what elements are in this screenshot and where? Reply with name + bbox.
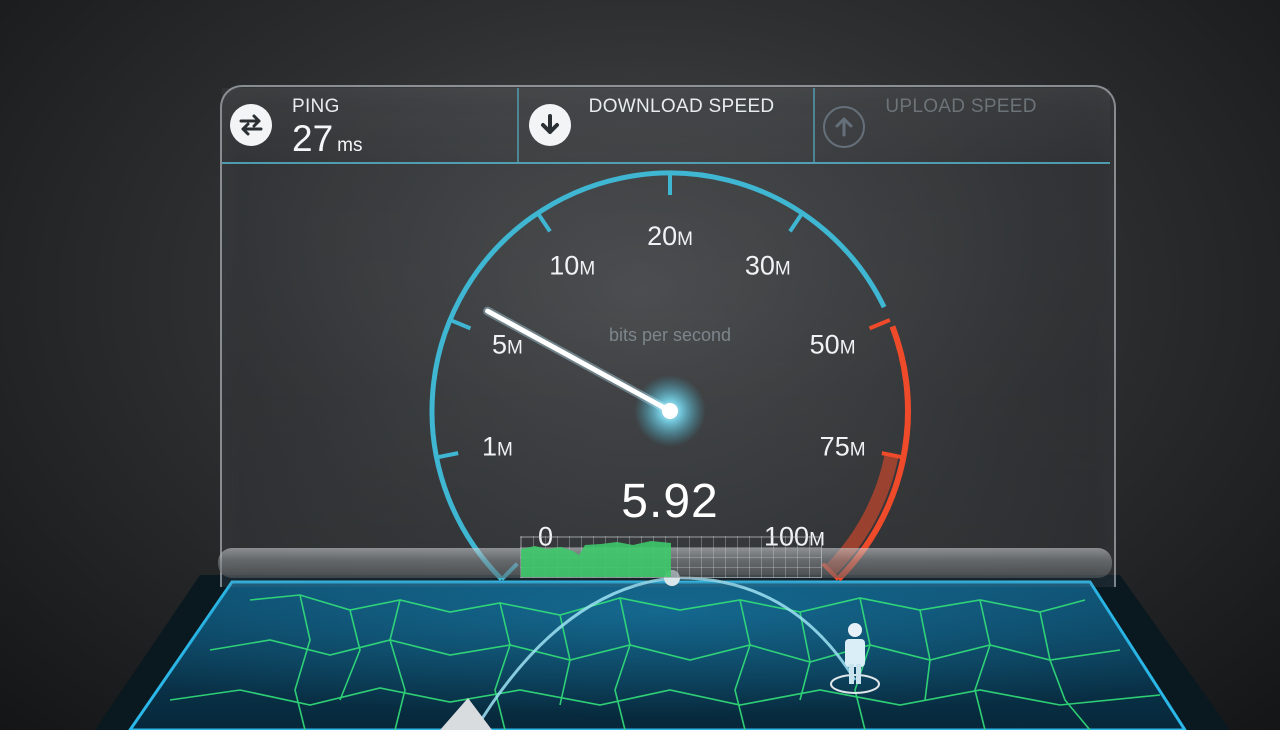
graph-plot xyxy=(521,541,671,577)
speed-readout: 5.92 xyxy=(621,475,719,528)
gauge-tick-label: 50M xyxy=(810,330,856,360)
gauge-tick xyxy=(449,318,472,331)
gauge-tick-label: 1M xyxy=(482,431,513,461)
unit-caption: bits per second xyxy=(608,325,732,345)
speed-gauge: 01M5M10M20M30M50M75M100M xyxy=(429,170,911,582)
needle-hub xyxy=(662,403,678,419)
speed-history-graph xyxy=(520,536,822,578)
gauge-tick-label: 10M xyxy=(549,251,595,281)
graph-area xyxy=(521,541,671,577)
gauge-tick xyxy=(868,318,891,331)
gauge-tick-label: 30M xyxy=(745,251,791,281)
gauge-tick-label: 20M xyxy=(647,221,693,251)
gauge-tick xyxy=(788,211,804,233)
gauge-tick-label: 75M xyxy=(820,431,866,461)
gauge-tick xyxy=(536,211,552,233)
gauge-tick-label: 5M xyxy=(492,330,523,360)
speedtest-app: PING 27 ms DOWNLOAD SPEED UPLOAD SPEED 1… xyxy=(0,0,1280,730)
gauge-tick xyxy=(436,451,459,460)
